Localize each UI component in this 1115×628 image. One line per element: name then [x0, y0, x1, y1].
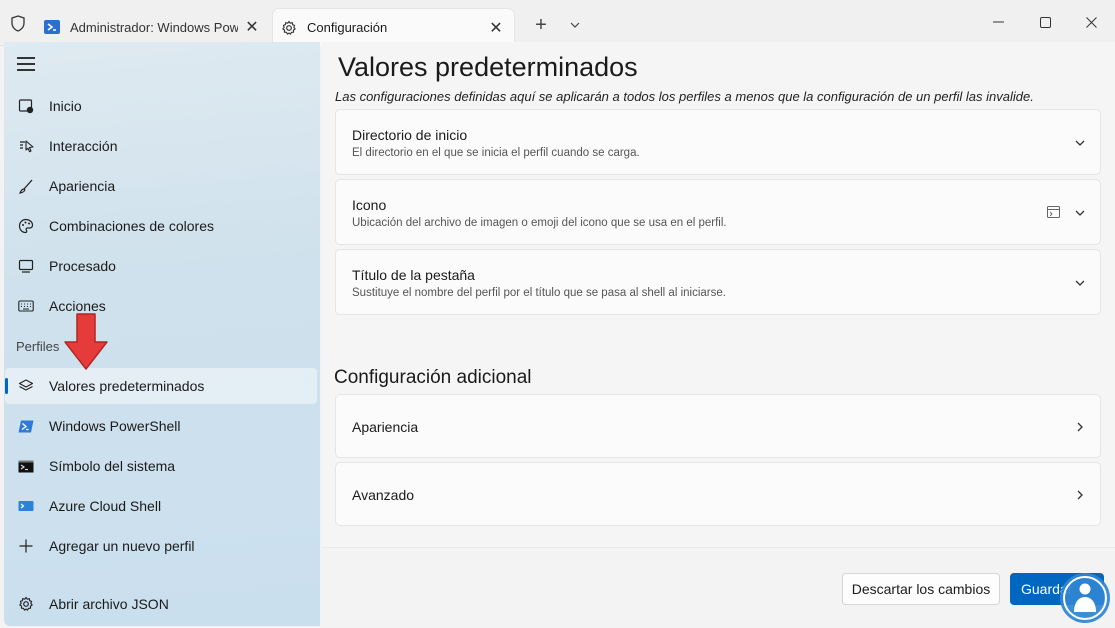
home-icon — [17, 97, 35, 115]
sidebar: Inicio Interacción Apariencia Combinacio… — [4, 42, 320, 626]
sidebar-item-label: Agregar un nuevo perfil — [49, 538, 195, 554]
chevron-down-icon[interactable] — [1074, 137, 1086, 149]
gear-icon — [281, 20, 297, 36]
tab-label: Configuración — [307, 20, 388, 35]
setting-icono[interactable]: Icono Ubicación del archivo de imagen o … — [335, 179, 1101, 245]
main-content: Valores predeterminados Las configuracio… — [322, 42, 1115, 628]
sidebar-item-label: Windows PowerShell — [49, 418, 181, 434]
brush-icon — [17, 177, 35, 195]
sidebar-item-acciones[interactable]: Acciones — [5, 288, 317, 324]
minimize-icon — [992, 21, 1004, 23]
sidebar-item-windows-powershell[interactable]: Windows PowerShell — [5, 408, 317, 444]
close-tab-icon[interactable]: ✕ — [238, 13, 266, 41]
tab-label: Administrador: Windows PowerShell — [70, 19, 238, 35]
maximize-icon — [1039, 16, 1051, 28]
sidebar-item-inicio[interactable]: Inicio — [5, 88, 317, 124]
pointer-icon — [17, 137, 35, 155]
sidebar-item-apariencia[interactable]: Apariencia — [5, 168, 317, 204]
tab-dropdown-button[interactable] — [563, 13, 587, 37]
palette-icon — [17, 217, 35, 235]
sidebar-item-label: Combinaciones de colores — [49, 218, 214, 234]
section-title-configuracion-adicional: Configuración adicional — [334, 367, 532, 388]
gear-icon — [17, 595, 35, 613]
monitor-icon — [17, 257, 35, 275]
watermark-logo-icon — [1060, 573, 1110, 623]
sidebar-item-label: Inicio — [49, 98, 82, 114]
annotation-arrow-icon — [64, 313, 108, 370]
powershell-icon — [44, 19, 60, 35]
link-label: Apariencia — [352, 419, 419, 435]
chevron-down-icon — [570, 22, 580, 28]
shield-icon — [11, 15, 25, 32]
chevron-down-icon[interactable] — [1074, 277, 1086, 289]
cmd-icon — [17, 457, 35, 475]
page-description: Las configuraciones definidas aquí se ap… — [335, 89, 1034, 104]
sidebar-item-label: Apariencia — [49, 178, 116, 194]
title-bar: Administrador: Windows PowerShell ✕ Conf… — [0, 0, 1115, 46]
sidebar-item-label: Valores predeterminados — [49, 378, 205, 394]
chevron-right-icon — [1077, 422, 1083, 432]
minimize-button[interactable] — [975, 8, 1021, 36]
chevron-right-icon — [1077, 490, 1083, 500]
powershell-icon — [17, 417, 35, 435]
sidebar-item-combinaciones[interactable]: Combinaciones de colores — [5, 208, 317, 244]
setting-description: El directorio en el que se inicia el per… — [352, 147, 640, 159]
discard-button[interactable]: Descartar los cambios — [842, 573, 1000, 605]
setting-title: Directorio de inicio — [352, 127, 468, 143]
setting-title: Icono — [352, 197, 387, 213]
selection-indicator — [5, 378, 8, 394]
close-window-button[interactable] — [1068, 8, 1114, 36]
footer-bar: Descartar los cambios Guardar — [322, 547, 1115, 628]
setting-description: Sustituye el nombre del perfil por el tí… — [352, 287, 726, 299]
azure-icon — [17, 497, 35, 515]
link-avanzado[interactable]: Avanzado — [335, 462, 1101, 526]
sidebar-item-azure-cloud-shell[interactable]: Azure Cloud Shell — [5, 488, 317, 524]
new-tab-button[interactable]: + — [527, 13, 555, 37]
sidebar-item-abrir-json[interactable]: Abrir archivo JSON — [5, 586, 317, 622]
chevron-down-icon[interactable] — [1074, 207, 1086, 219]
tab-powershell[interactable]: Administrador: Windows PowerShell ✕ — [36, 8, 270, 46]
sidebar-item-label: Abrir archivo JSON — [49, 596, 169, 612]
section-label-perfiles: Perfiles — [16, 339, 60, 354]
sidebar-item-agregar-perfil[interactable]: Agregar un nuevo perfil — [5, 528, 317, 564]
close-icon — [1085, 16, 1097, 28]
plus-icon — [17, 537, 35, 555]
setting-description: Ubicación del archivo de imagen o emoji … — [352, 217, 727, 229]
page-title: Valores predeterminados — [338, 52, 638, 82]
close-tab-icon[interactable]: ✕ — [482, 14, 510, 42]
link-apariencia[interactable]: Apariencia — [335, 394, 1101, 458]
sidebar-item-valores-predeterminados[interactable]: Valores predeterminados — [5, 368, 317, 404]
sidebar-item-procesado[interactable]: Procesado — [5, 248, 317, 284]
tab-configuracion[interactable]: Configuración ✕ — [272, 8, 515, 46]
setting-directorio-inicio[interactable]: Directorio de inicio El directorio en el… — [335, 109, 1101, 175]
sidebar-item-label: Azure Cloud Shell — [49, 498, 162, 514]
sidebar-item-label: Procesado — [49, 258, 116, 274]
sidebar-item-label: Símbolo del sistema — [49, 458, 176, 474]
setting-titulo-pestana[interactable]: Título de la pestaña Sustituye el nombre… — [335, 249, 1101, 315]
keyboard-icon — [17, 297, 35, 315]
setting-title: Título de la pestaña — [352, 267, 475, 283]
link-label: Avanzado — [352, 487, 415, 503]
sidebar-item-simbolo-sistema[interactable]: Símbolo del sistema — [5, 448, 317, 484]
sidebar-item-label: Interacción — [49, 138, 118, 154]
maximize-button[interactable] — [1022, 8, 1068, 36]
layers-icon — [17, 377, 35, 395]
image-preview-icon — [1047, 206, 1060, 218]
hamburger-menu-icon[interactable] — [17, 57, 35, 71]
sidebar-item-interaccion[interactable]: Interacción — [5, 128, 317, 164]
